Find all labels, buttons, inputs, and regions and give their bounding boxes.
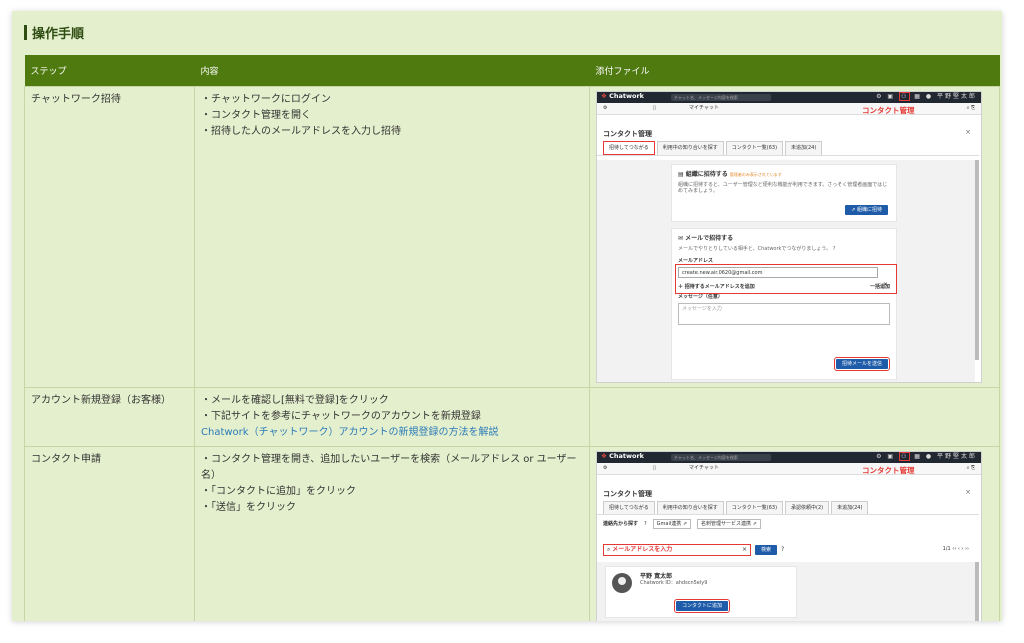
annotation-label: コンタクト管理 bbox=[862, 465, 915, 475]
mail-invite-card: ✉ メールで招待する メールでやりとりしている相手と、Chatworkでつながり… bbox=[671, 227, 897, 380]
close-icon[interactable]: × bbox=[965, 488, 971, 496]
table-row: コンタクト申請 ・コンタクト管理を開き、追加したいユーザーを検索（メールアドレス… bbox=[24, 445, 1000, 621]
topbar-icons: ⚙ ▣ ⚇ ▦ ● 平野堅太郎 bbox=[876, 92, 977, 102]
attachment-cell: ❖ Chatwork チャット名、メッセージ内容を検索 ⚙ ▣ ⚇ ▦ ● 平野… bbox=[589, 85, 1000, 388]
tab-find[interactable]: 利用中の知り合いを探す bbox=[656, 140, 724, 155]
signup-guide-link[interactable]: Chatwork（チャットワーク）アカウントの新規登録の方法を解説 bbox=[201, 425, 583, 441]
org-invite-button[interactable]: ⇗ 組織に招待 bbox=[845, 204, 888, 215]
content-line: ・コンタクト管理を開く bbox=[201, 109, 311, 121]
room-bar: ⚙ ▯ マイチャット ⌕ ⎘ bbox=[597, 102, 981, 115]
procedure-panel: 操作手順 ステップ 内容 添付ファイル チャットワーク招待 ・チャットワークにロ… bbox=[12, 11, 1002, 621]
step-cell: コンタクト申請 bbox=[24, 445, 195, 621]
search-button[interactable]: 検索 bbox=[755, 544, 778, 555]
tab-find[interactable]: 利用中の知り合いを探す bbox=[656, 500, 724, 514]
table-row: アカウント新規登録（お客様） ・メールを確認し[無料で登録]をクリック ・下記サ… bbox=[24, 386, 1000, 447]
add-contact-button[interactable]: コンタクトに追加 bbox=[673, 598, 731, 613]
app-topbar: ❖ Chatwork チャット名、メッセージ内容を検索 ⚙ ▣ ⚇ ▦ ● 平野… bbox=[597, 451, 981, 463]
table-header-row: ステップ 内容 添付ファイル bbox=[24, 55, 1000, 86]
room-name: マイチャット bbox=[689, 105, 719, 111]
annotation-label: コンタクト管理 bbox=[862, 105, 915, 115]
tab-contacts[interactable]: コンタクト一覧(63) bbox=[725, 140, 784, 155]
room-bar: ⚙ ▯ マイチャット ⌕ ⎘ bbox=[597, 462, 981, 475]
header-step: ステップ bbox=[24, 55, 195, 86]
content-line: ・招待した人のメールアドレスを入力し招待 bbox=[201, 125, 401, 137]
tab-pending[interactable]: 承認依頼中(2) bbox=[785, 500, 830, 514]
header-content: 内容 bbox=[194, 55, 590, 86]
modal-title: コンタクト管理 bbox=[603, 489, 652, 498]
help-icon: ? bbox=[781, 545, 785, 553]
search-icon: ⌕ bbox=[607, 545, 611, 553]
steps-table: ステップ 内容 添付ファイル チャットワーク招待 ・チャットワークにログイン ・… bbox=[24, 55, 1000, 621]
step-cell: アカウント新規登録（お客様） bbox=[24, 386, 195, 447]
step-cell: チャットワーク招待 bbox=[24, 85, 195, 388]
attachment-cell bbox=[589, 386, 1000, 447]
screenshot-contact-request: ❖ Chatwork チャット名、メッセージ内容を検索 ⚙ ▣ ⚇ ▦ ● 平野… bbox=[596, 450, 982, 621]
mail-icon: ✉ bbox=[678, 234, 684, 242]
screenshot-invite: ❖ Chatwork チャット名、メッセージ内容を検索 ⚙ ▣ ⚇ ▦ ● 平野… bbox=[596, 90, 982, 383]
send-invite-button[interactable]: 招待メールを送信 bbox=[833, 356, 891, 371]
tab-contacts[interactable]: コンタクト一覧(63) bbox=[725, 500, 784, 514]
content-line: ・下記サイトを参考にチャットワークのアカウントを新規登録 bbox=[201, 410, 481, 422]
content-line: ・「送信」をクリック bbox=[201, 501, 296, 513]
content-cell: ・メールを確認し[無料で登録]をクリック ・下記サイトを参考にチャットワークのア… bbox=[194, 386, 590, 447]
topbar-icons: ⚙ ▣ ⚇ ▦ ● 平野堅太郎 bbox=[876, 452, 977, 462]
attachment-cell: ❖ Chatwork チャット名、メッセージ内容を検索 ⚙ ▣ ⚇ ▦ ● 平野… bbox=[589, 445, 1000, 621]
avatar bbox=[612, 572, 632, 593]
app-topbar: ❖ Chatwork チャット名、メッセージ内容を検索 ⚙ ▣ ⚇ ▦ ● 平野… bbox=[597, 91, 981, 103]
find-label: 連絡先から探す bbox=[603, 520, 639, 527]
modal-title: コンタクト管理 bbox=[603, 129, 652, 138]
pager: 1/1 ‹‹ ‹ › ›› bbox=[942, 545, 969, 552]
tab-unadded[interactable]: 未追加(24) bbox=[831, 500, 869, 514]
header-attachment: 添付ファイル bbox=[589, 55, 1000, 86]
contact-search-input[interactable]: ⌕ メールアドレスを入力 × bbox=[603, 543, 751, 556]
content-line: ・メールを確認し[無料で登録]をクリック bbox=[201, 394, 389, 406]
content-line: ・「コンタクトに追加」をクリック bbox=[201, 485, 356, 497]
result-name: 平野 寛太郎 bbox=[640, 572, 673, 580]
close-icon[interactable]: × bbox=[965, 128, 971, 136]
result-id: Chatwork ID：ahdscn5ely9 bbox=[640, 579, 708, 586]
email-highlight bbox=[675, 263, 897, 294]
help-icon: ? bbox=[644, 520, 647, 527]
meishi-button[interactable]: 名刺管理サービス連携 ⇗ bbox=[697, 518, 761, 529]
app-search: チャット名、メッセージ内容を検索 bbox=[671, 93, 771, 101]
contact-icon: ⚇ bbox=[898, 92, 911, 102]
search-result-card: 平野 寛太郎 Chatwork ID：ahdscn5ely9 コンタクトに追加 bbox=[605, 565, 797, 618]
tab-invite[interactable]: 招待してつながる bbox=[603, 500, 655, 514]
heading-bar bbox=[24, 24, 27, 40]
building-icon: ▤ bbox=[678, 170, 684, 178]
tab-invite[interactable]: 招待してつながる bbox=[603, 140, 655, 155]
help-icon: ? bbox=[832, 245, 836, 252]
contact-tabs: 招待してつながる 利用中の知り合いを探す コンタクト一覧(63) 未追加(24) bbox=[597, 140, 979, 156]
content-cell: ・コンタクト管理を開き、追加したいユーザーを検索（メールアドレス or ユーザー… bbox=[194, 445, 590, 621]
content-cell: ・チャットワークにログイン ・コンタクト管理を開く ・招待した人のメールアドレス… bbox=[194, 85, 590, 388]
chatwork-logo: ❖ Chatwork bbox=[601, 452, 644, 461]
content-line: ・チャットワークにログイン bbox=[201, 93, 331, 105]
tab-unadded[interactable]: 未追加(24) bbox=[785, 140, 823, 155]
chatwork-logo: ❖ Chatwork bbox=[601, 92, 644, 101]
gmail-button[interactable]: Gmail連携 ⇗ bbox=[652, 518, 692, 529]
org-invite-card: ▤ 組織に招待する 管理者のみ表示されています 組織に招待すると、ユーザー管理な… bbox=[671, 163, 897, 222]
message-field[interactable]: メッセージを入力 bbox=[678, 302, 890, 325]
contact-tabs: 招待してつながる 利用中の知り合いを探す コンタクト一覧(63) 承認依頼中(2… bbox=[597, 500, 979, 515]
content-line: ・コンタクト管理を開き、追加したいユーザーを検索（メールアドレス or ユーザー… bbox=[201, 453, 577, 481]
room-name: マイチャット bbox=[689, 465, 719, 471]
contact-icon: ⚇ bbox=[898, 452, 911, 462]
section-heading: 操作手順 bbox=[24, 23, 85, 42]
heading-text: 操作手順 bbox=[32, 26, 85, 42]
table-row: チャットワーク招待 ・チャットワークにログイン ・コンタクト管理を開く ・招待し… bbox=[24, 85, 1000, 388]
app-search: チャット名、メッセージ内容を検索 bbox=[671, 453, 771, 461]
